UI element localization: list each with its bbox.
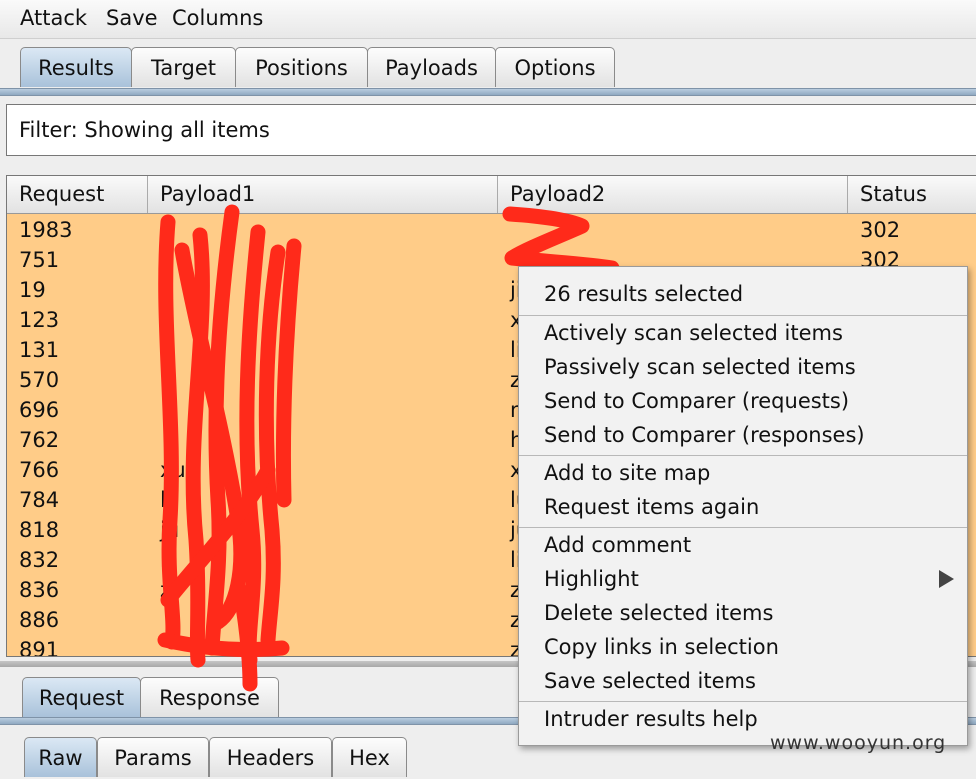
cell-request: 696 <box>19 398 60 422</box>
table-row[interactable]: 1983 302 <box>7 215 976 245</box>
cell-request: 784 <box>19 488 60 512</box>
submenu-arrow-icon <box>939 570 954 588</box>
cell-payload1: ju <box>160 518 180 542</box>
tab-underline <box>0 88 976 96</box>
menu-bar: Attack Save Columns <box>0 0 976 39</box>
cell-request: 762 <box>19 428 60 452</box>
column-header-request[interactable]: Request <box>7 176 148 213</box>
tab-target[interactable]: Target <box>131 47 236 87</box>
cell-payload1: li <box>160 548 172 572</box>
menu-columns[interactable]: Columns <box>172 6 263 30</box>
menu-item-compare-responses[interactable]: Send to Comparer (responses) <box>544 418 865 452</box>
tab-response[interactable]: Response <box>140 677 279 717</box>
filter-bar[interactable]: Filter: Showing all items <box>6 104 976 156</box>
menu-item-copy-links[interactable]: Copy links in selection <box>544 630 779 664</box>
cell-request: 818 <box>19 518 60 542</box>
menu-save[interactable]: Save <box>106 6 158 30</box>
tab-options[interactable]: Options <box>495 47 615 87</box>
tab-request[interactable]: Request <box>22 677 141 717</box>
menu-item-passively-scan[interactable]: Passively scan selected items <box>544 350 856 384</box>
menu-item-help[interactable]: Intruder results help <box>544 702 758 736</box>
cell-request: 832 <box>19 548 60 572</box>
column-header-status[interactable]: Status <box>848 176 976 213</box>
menu-item-request-again[interactable]: Request items again <box>544 490 759 524</box>
menu-item-highlight[interactable]: Highlight <box>544 562 639 596</box>
table-header: Request Payload1 Payload2 Status <box>7 176 976 214</box>
tab-headers[interactable]: Headers <box>209 737 332 777</box>
watermark: www.wooyun.org <box>770 732 947 754</box>
cell-request: 131 <box>19 338 60 362</box>
cell-request: 570 <box>19 368 60 392</box>
column-header-payload1[interactable]: Payload1 <box>148 176 498 213</box>
cell-request: 886 <box>19 608 60 632</box>
menu-item-save-selected[interactable]: Save selected items <box>544 664 756 698</box>
cell-payload1: lu <box>160 488 180 512</box>
cell-request: 123 <box>19 308 60 332</box>
cell-request: 836 <box>19 578 60 602</box>
cell-request: 766 <box>19 458 60 482</box>
menu-item-add-to-site-map[interactable]: Add to site map <box>544 456 710 490</box>
context-menu-header: 26 results selected <box>544 282 744 306</box>
cell-request: 1983 <box>19 218 73 242</box>
menu-item-actively-scan[interactable]: Actively scan selected items <box>544 316 843 350</box>
tab-payloads[interactable]: Payloads <box>367 47 496 87</box>
tab-raw[interactable]: Raw <box>24 737 97 777</box>
menu-item-add-comment[interactable]: Add comment <box>544 528 691 562</box>
cell-payload1: z <box>160 578 172 602</box>
cell-request: 891 <box>19 638 60 657</box>
menu-item-compare-requests[interactable]: Send to Comparer (requests) <box>544 384 849 418</box>
tab-positions[interactable]: Positions <box>235 47 368 87</box>
cell-request: 751 <box>19 248 60 272</box>
tab-results[interactable]: Results <box>20 47 132 87</box>
tab-params[interactable]: Params <box>97 737 209 777</box>
cell-payload1: xu <box>160 458 186 482</box>
cell-request: 19 <box>19 278 46 302</box>
column-header-payload2[interactable]: Payload2 <box>498 176 848 213</box>
tab-hex[interactable]: Hex <box>332 737 407 777</box>
cell-status: 302 <box>860 218 901 242</box>
context-menu: 26 results selected Actively scan select… <box>518 266 968 746</box>
menu-attack[interactable]: Attack <box>20 6 87 30</box>
menu-item-delete-selected[interactable]: Delete selected items <box>544 596 773 630</box>
